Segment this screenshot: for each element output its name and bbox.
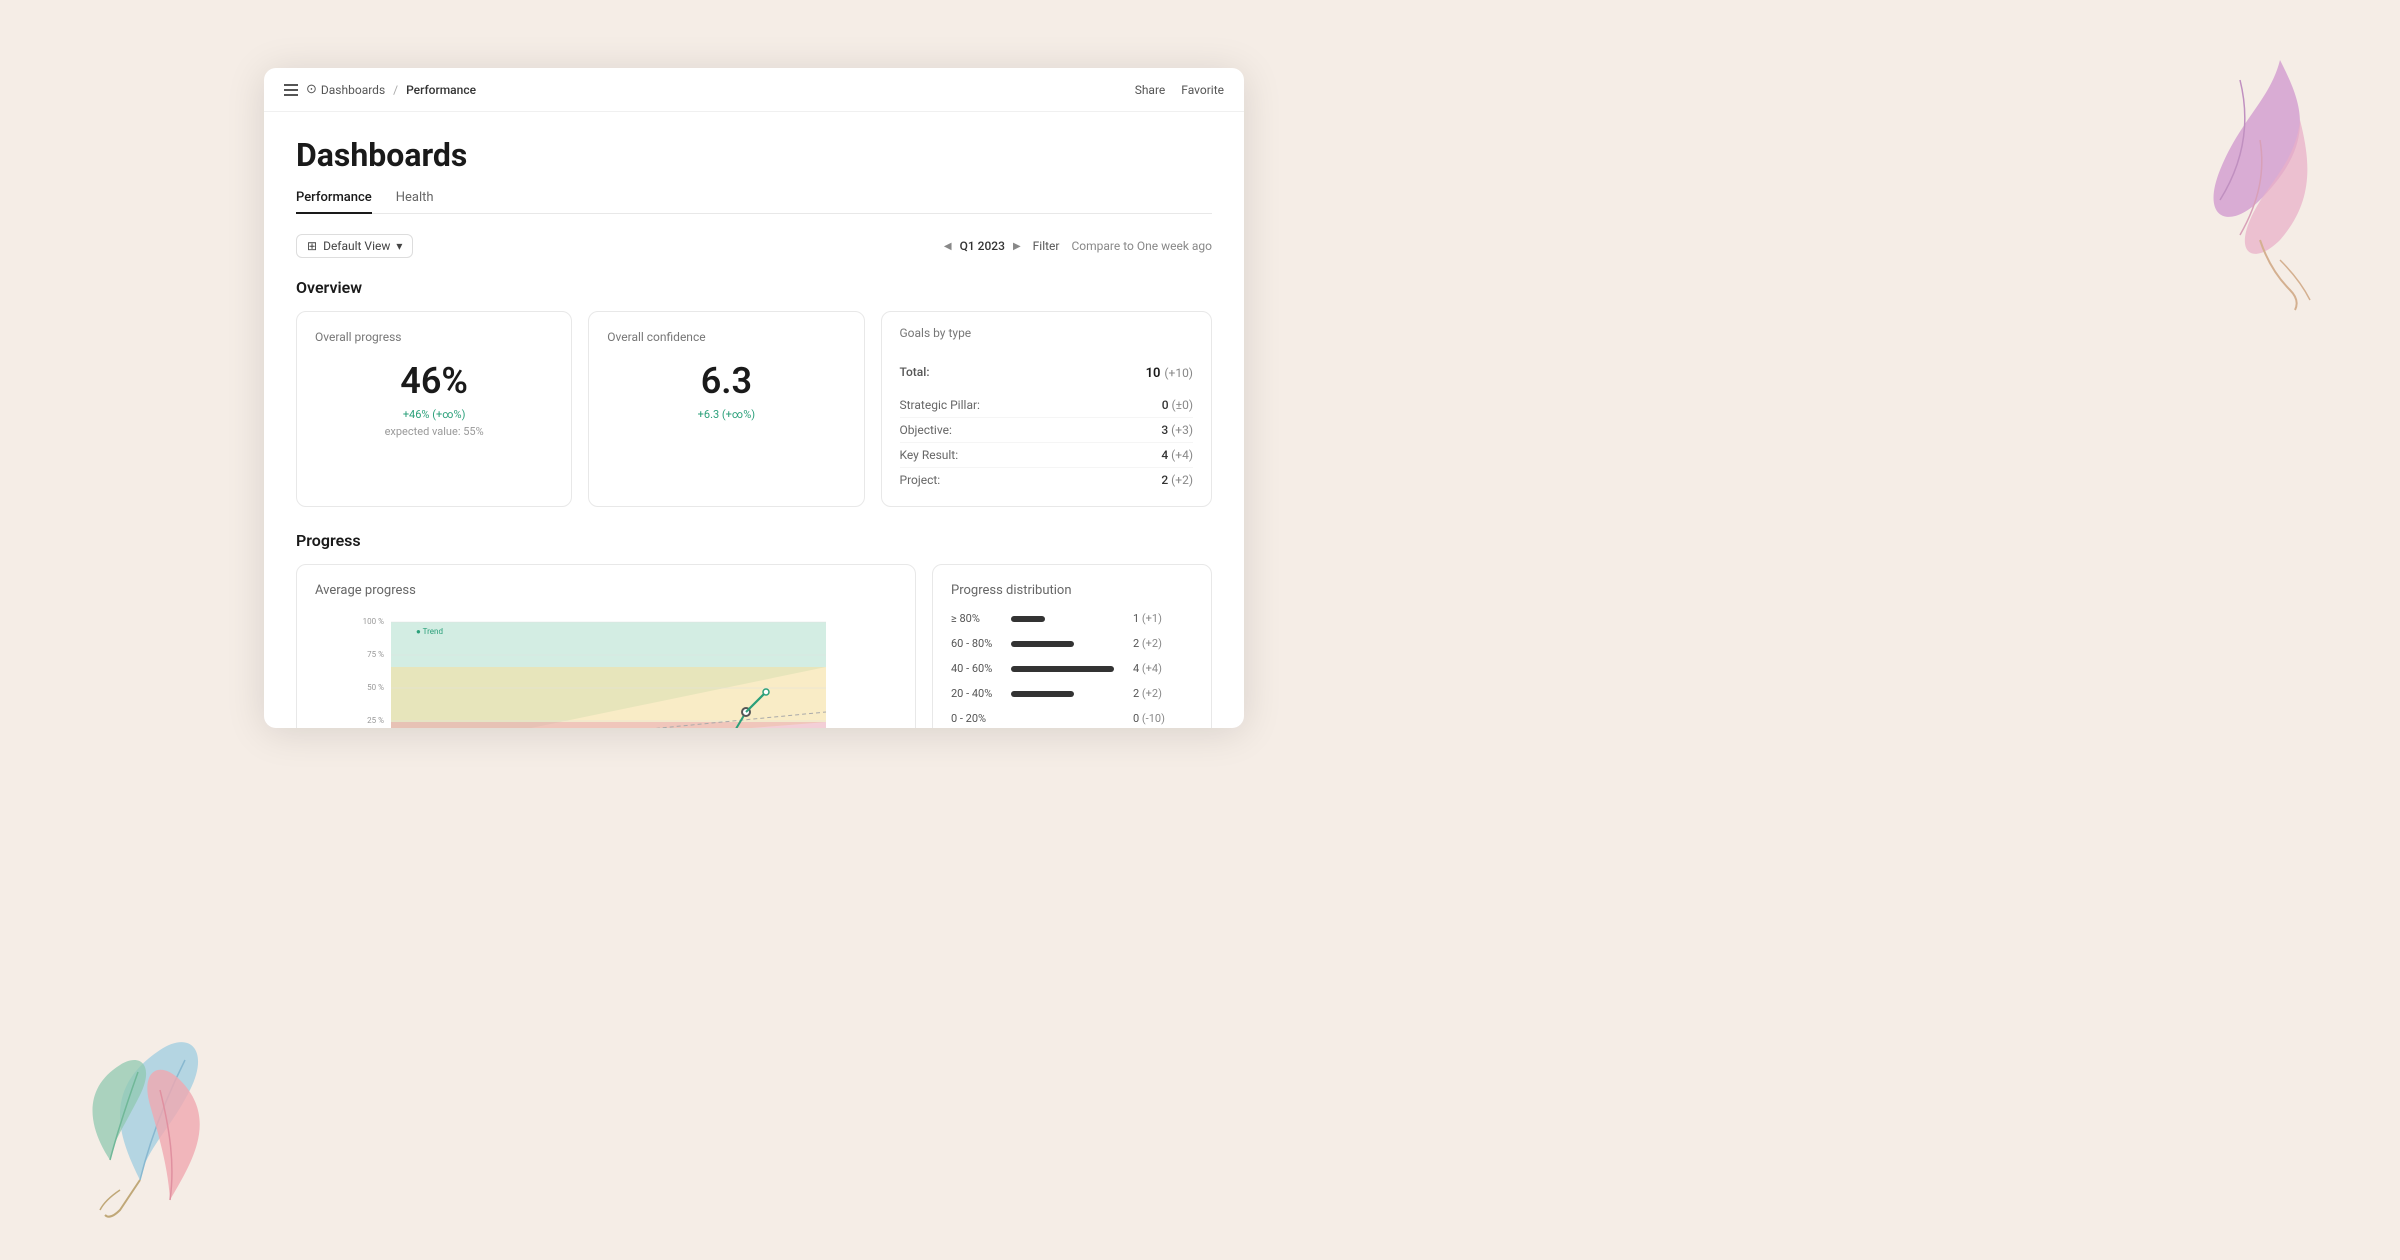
overall-progress-card: Overall progress 46% +46% (+∞%) expected…: [296, 311, 572, 507]
controls-bar: ⊞ Default View ▾ ◀ Q1 2023 ▶ Filter Comp…: [296, 234, 1212, 258]
breadcrumb-dashboards[interactable]: Dashboards: [321, 83, 385, 97]
controls-right: ◀ Q1 2023 ▶ Filter Compare to One week a…: [944, 239, 1212, 253]
dist-bar-40-60: [1011, 666, 1114, 672]
average-progress-title: Average progress: [315, 583, 897, 598]
overall-confidence-value: 6.3: [607, 360, 845, 402]
svg-text:● Trend: ● Trend: [416, 627, 443, 636]
dist-row-0-20: 0 - 20% 0 (-10): [951, 712, 1193, 725]
quarter-label: Q1 2023: [960, 239, 1005, 253]
overall-progress-expected: expected value: 55%: [315, 425, 553, 438]
average-progress-chart: 100 % 75 % 50 % 25 % 0 %: [315, 612, 897, 728]
breadcrumb-separator: /: [393, 83, 398, 97]
dist-bar-20-40: [1011, 691, 1074, 697]
tab-performance[interactable]: Performance: [296, 190, 372, 213]
prev-quarter-arrow[interactable]: ◀: [944, 241, 952, 252]
dist-row-20-40: 20 - 40% 2 (+2): [951, 687, 1193, 700]
average-progress-card: Average progress 100 % 75 % 50 % 25 % 0 …: [296, 564, 916, 728]
leaf-decoration-bottom-left: [60, 1000, 280, 1220]
dist-row-60-80: 60 - 80% 2 (+2): [951, 637, 1193, 650]
goals-row-strategic: Strategic Pillar: 0 (±0): [900, 393, 1194, 418]
compare-text: Compare to One week ago: [1071, 239, 1212, 253]
overview-section-title: Overview: [296, 278, 1212, 297]
goals-by-type-card: Goals by type Total: 10 (+10) Strategic …: [881, 311, 1213, 507]
chart-container: 100 % 75 % 50 % 25 % 0 %: [315, 612, 897, 728]
progress-distribution-card: Progress distribution ≥ 80% 1 (+1) 60 - …: [932, 564, 1212, 728]
favorite-button[interactable]: Favorite: [1181, 83, 1224, 97]
overview-cards: Overall progress 46% +46% (+∞%) expected…: [296, 311, 1212, 507]
next-quarter-arrow[interactable]: ▶: [1013, 241, 1021, 252]
goals-row-keyresult: Key Result: 4 (+4): [900, 443, 1194, 468]
filter-button[interactable]: Filter: [1033, 239, 1060, 253]
dist-row-80plus: ≥ 80% 1 (+1): [951, 612, 1193, 625]
dist-bar-80plus: [1011, 616, 1045, 622]
goals-total-label: Total:: [900, 365, 930, 379]
goals-total-value: 10: [1146, 366, 1161, 381]
goals-row-objective: Objective: 3 (+3): [900, 418, 1194, 443]
goals-total-row: Total: 10 (+10): [900, 356, 1194, 387]
overall-confidence-change: +6.3 (+∞%): [607, 408, 845, 421]
overall-confidence-card: Overall confidence 6.3 +6.3 (+∞%): [588, 311, 864, 507]
menu-icon[interactable]: [284, 84, 298, 96]
progress-section-title: Progress: [296, 531, 1212, 550]
top-bar: ⊙ Dashboards / Performance Share Favorit…: [264, 68, 1244, 112]
tabs: Performance Health: [296, 190, 1212, 214]
chevron-down-icon: ▾: [396, 239, 402, 253]
overall-progress-title: Overall progress: [315, 330, 553, 344]
quarter-nav: ◀ Q1 2023 ▶: [944, 239, 1021, 253]
svg-text:50 %: 50 %: [367, 683, 384, 692]
breadcrumb: ⊙ Dashboards: [306, 82, 385, 97]
dashboard-icon: ⊙: [306, 82, 317, 97]
main-window: ⊙ Dashboards / Performance Share Favorit…: [264, 68, 1244, 728]
svg-text:100 %: 100 %: [363, 617, 384, 626]
main-content: Dashboards Performance Health ⊞ Default …: [264, 112, 1244, 728]
goals-row-project: Project: 2 (+2): [900, 468, 1194, 492]
progress-distribution-title: Progress distribution: [951, 583, 1193, 598]
tab-health[interactable]: Health: [396, 190, 434, 213]
goals-by-type-title: Goals by type: [900, 326, 1194, 340]
dist-bar-60-80: [1011, 641, 1074, 647]
leaf-decoration-top-right: [2140, 40, 2340, 320]
svg-text:25 %: 25 %: [367, 716, 384, 725]
breadcrumb-current: Performance: [406, 83, 476, 97]
overall-progress-value: 46%: [315, 360, 553, 402]
dist-row-40-60: 40 - 60% 4 (+4): [951, 662, 1193, 675]
overall-progress-change: +46% (+∞%): [315, 408, 553, 421]
top-bar-right: Share Favorite: [1135, 83, 1224, 97]
share-button[interactable]: Share: [1135, 83, 1166, 97]
page-title: Dashboards: [296, 136, 1212, 174]
default-view-button[interactable]: ⊞ Default View ▾: [296, 234, 413, 258]
goals-total-change: (+10): [1164, 366, 1193, 380]
top-bar-left: ⊙ Dashboards / Performance: [284, 82, 476, 97]
progress-section: Average progress 100 % 75 % 50 % 25 % 0 …: [296, 564, 1212, 728]
view-icon: ⊞: [307, 239, 317, 253]
svg-text:75 %: 75 %: [367, 650, 384, 659]
overall-confidence-title: Overall confidence: [607, 330, 845, 344]
